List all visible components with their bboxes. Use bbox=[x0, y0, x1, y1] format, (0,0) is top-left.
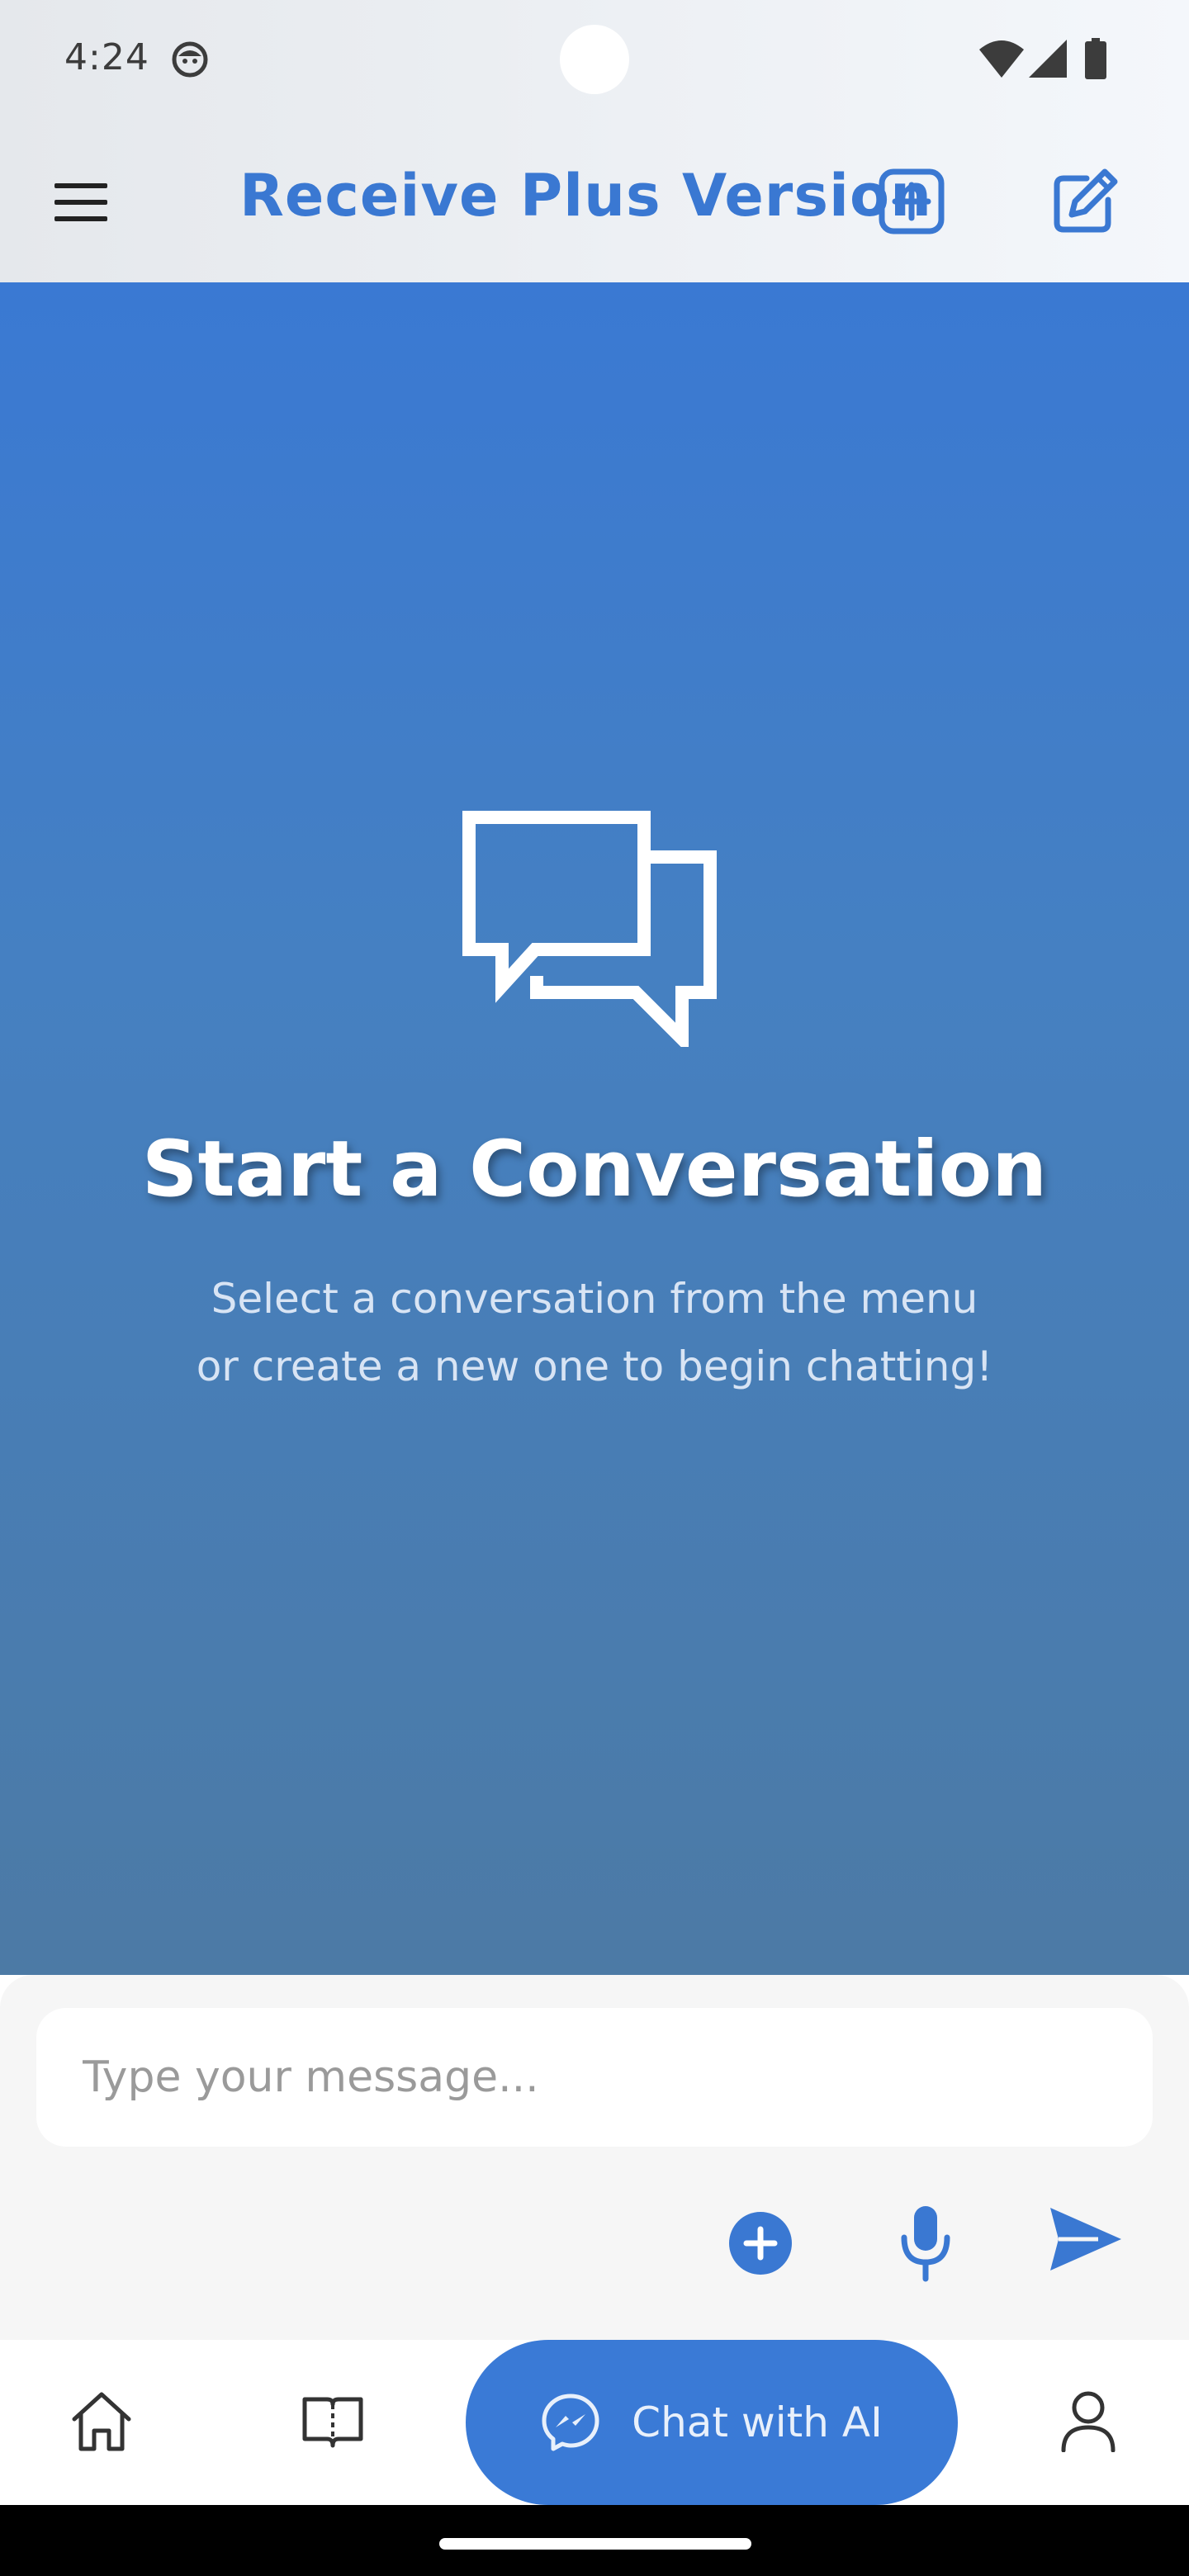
menu-icon bbox=[54, 183, 107, 221]
messenger-icon bbox=[542, 2394, 599, 2451]
message-composer bbox=[0, 1975, 1189, 2340]
user-icon[interactable] bbox=[1060, 2389, 1116, 2452]
send-icon[interactable] bbox=[1049, 2206, 1123, 2272]
app-notification-icon bbox=[172, 41, 208, 78]
gesture-handle[interactable] bbox=[439, 2538, 751, 2550]
signal-icon bbox=[1029, 40, 1067, 78]
gesture-bar-area bbox=[0, 2505, 1189, 2576]
wifi-icon bbox=[979, 40, 1024, 78]
plus-circle-icon[interactable] bbox=[727, 2209, 794, 2277]
empty-state-subtitle-line-2: or create a new one to begin chatting! bbox=[196, 1342, 993, 1390]
menu-button[interactable] bbox=[46, 175, 116, 230]
edit-icon[interactable] bbox=[1050, 167, 1120, 236]
battery-icon bbox=[1085, 38, 1106, 79]
status-bar: 4:24 bbox=[0, 0, 1189, 124]
home-icon[interactable] bbox=[69, 2389, 134, 2454]
status-time: 4:24 bbox=[64, 36, 149, 78]
empty-state-subtitle: Select a conversation from the menu or c… bbox=[0, 1265, 1189, 1400]
page-title: Receive Plus Version bbox=[239, 162, 932, 230]
empty-state-subtitle-line-1: Select a conversation from the menu bbox=[211, 1275, 978, 1323]
camera-cutout bbox=[560, 25, 629, 94]
bottom-nav: Chat with AI bbox=[0, 2340, 1189, 2505]
message-input[interactable] bbox=[36, 2008, 1153, 2147]
conversation-area: Start a Conversation Select a conversati… bbox=[0, 282, 1189, 1975]
top-area: 4:24 Receive Plus Version bbox=[0, 0, 1189, 282]
empty-state-title: Start a Conversation bbox=[141, 1125, 1048, 1215]
chat-with-ai-button[interactable]: Chat with AI bbox=[466, 2340, 958, 2505]
chat-bubbles-icon bbox=[462, 811, 717, 1047]
chat-with-ai-label: Chat with AI bbox=[632, 2398, 883, 2446]
mic-icon[interactable] bbox=[900, 2204, 951, 2282]
book-icon[interactable] bbox=[302, 2394, 363, 2449]
app-header: Receive Plus Version bbox=[0, 124, 1189, 282]
plus-square-icon[interactable] bbox=[879, 168, 945, 234]
